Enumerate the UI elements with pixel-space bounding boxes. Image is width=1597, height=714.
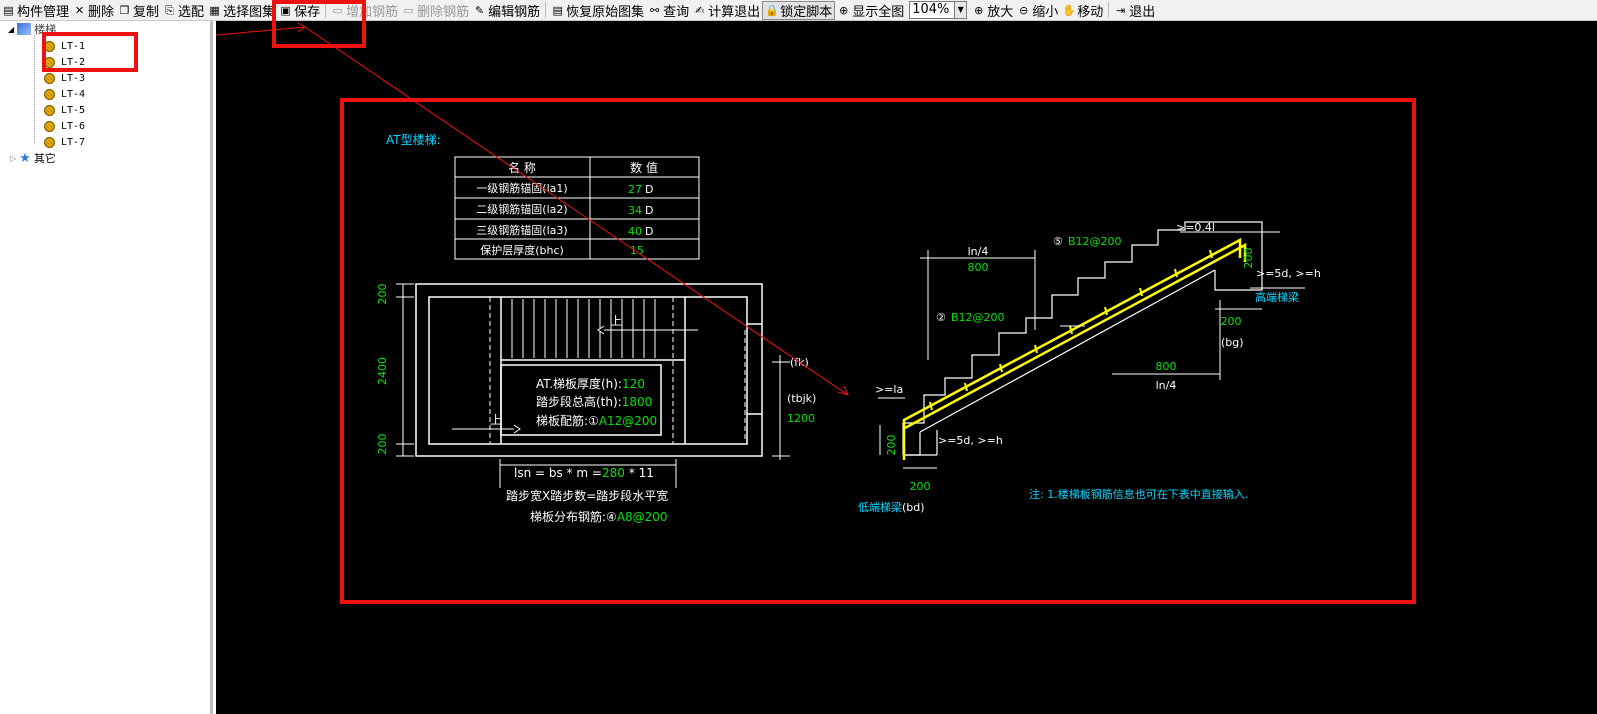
calc-exit-icon: ✍ [695,3,705,17]
exit-icon: ⇥ [1116,3,1126,17]
lock-script-label: 锁定脚本 [780,4,833,20]
calc-exit-label: 计算退出 [708,4,761,20]
gear-icon [44,104,55,116]
stairs-icon [17,23,32,35]
annotation-box-drawing [340,98,1416,604]
delete-rebar-icon: ▭ [403,3,414,17]
copy-icon: ❐ [119,3,130,17]
component-tree: ◢ 楼梯 LT-1 LT-2 LT-3 LT-4 LT-5 LT-6 LT-7 … [0,21,213,714]
exit-button[interactable]: ⇥ 退出 [1112,0,1157,20]
tree-item-label: LT-4 [61,88,86,100]
calc-exit-button[interactable]: ✍ 计算退出 [691,0,762,20]
zoom-out-button[interactable]: ⊖ 缩小 [1015,0,1060,20]
zoom-in-button[interactable]: ⊕ 放大 [970,0,1015,20]
delete-rebar-label: 删除钢筋 [417,4,470,20]
delete-button[interactable]: ✕ 删除 [71,0,116,20]
main-toolbar: ▤ 构件管理 ✕ 删除 ❐ 复制 ⎘ 选配 ▦ 选择图集 ▣ 保存 ▭ 增加钢筋 ▭ 删除钢筋 … [0,0,1597,21]
delete-label: 删除 [88,4,115,20]
tree-item-label: 其它 [33,152,56,165]
tree-item-lt-5[interactable]: LT-5 [44,103,85,117]
zoom-out-label: 缩小 [1032,4,1059,20]
copy-label: 复制 [133,4,160,20]
tree-item-lt-7[interactable]: LT-7 [44,135,85,149]
lock-icon: 🔒 [765,3,779,17]
panel-icon: ▤ [3,3,14,17]
annotation-box-toolbar [272,0,366,48]
tree-item-label: LT-3 [61,72,86,84]
tree-item-label: LT-5 [61,104,86,116]
tree-item-label: LT-7 [61,136,86,148]
restore-atlas-button[interactable]: ▤ 恢复原始图集 [549,0,646,20]
query-button[interactable]: ⚯ 查询 [646,0,691,20]
atlas-icon: ▦ [209,3,220,17]
edit-rebar-label: 编辑钢筋 [488,4,541,20]
gear-icon [44,120,55,132]
zoom-in-label: 放大 [987,4,1014,20]
show-all-button[interactable]: ⊕ 显示全图 [835,0,906,20]
gear-icon [44,72,55,84]
zoom-value[interactable]: 104% [909,1,956,19]
tree-connector [34,35,35,143]
zoom-in-icon: ⊕ [974,3,984,17]
select-atlas-button[interactable]: ▦ 选择图集 [206,0,277,20]
gear-icon [44,88,55,100]
chevron-down-icon[interactable]: ▼ [955,1,968,19]
component-manage-button[interactable]: ▤ 构件管理 [0,0,71,20]
match-icon: ⎘ [165,3,174,17]
copy-button[interactable]: ❐ 复制 [116,0,161,20]
delete-rebar-button[interactable]: ▭ 删除钢筋 [400,0,471,20]
move-button[interactable]: ✋ 移动 [1060,0,1105,20]
restore-icon: ▤ [552,3,563,17]
toolbar-separator [545,2,547,18]
collapse-triangle-icon[interactable]: ◢ [8,25,14,34]
restore-atlas-label: 恢复原始图集 [566,4,645,20]
hand-icon: ✋ [1062,3,1076,17]
x-icon: ✕ [74,3,85,17]
star-icon: ★ [19,150,31,166]
binoculars-icon: ⚯ [650,3,660,17]
component-manage-label: 构件管理 [17,4,70,20]
tree-item-lt-3[interactable]: LT-3 [44,71,85,85]
toolbar-separator [1108,2,1110,18]
select-atlas-label: 选择图集 [223,4,276,20]
annotation-box-tree [42,32,138,72]
move-label: 移动 [1077,4,1104,20]
edit-rebar-button[interactable]: ✎ 编辑钢筋 [471,0,542,20]
gear-icon [44,136,55,148]
query-label: 查询 [663,4,690,20]
match-label: 选配 [178,4,205,20]
match-button[interactable]: ⎘ 选配 [161,0,206,20]
expand-triangle-icon[interactable]: ▷ [10,154,16,163]
lock-script-button[interactable]: 🔒 锁定脚本 [762,0,836,20]
tree-item-label: LT-6 [61,120,86,132]
exit-label: 退出 [1129,4,1156,20]
zoom-select[interactable]: 104% ▼ [909,1,968,19]
fit-icon: ⊕ [839,3,849,17]
tree-item-lt-6[interactable]: LT-6 [44,119,85,133]
tree-item-other[interactable]: ▷ ★ 其它 [10,150,56,166]
edit-rebar-icon: ✎ [475,3,485,17]
tree-item-lt-4[interactable]: LT-4 [44,87,85,101]
show-all-label: 显示全图 [852,4,905,20]
zoom-out-icon: ⊖ [1019,3,1029,17]
